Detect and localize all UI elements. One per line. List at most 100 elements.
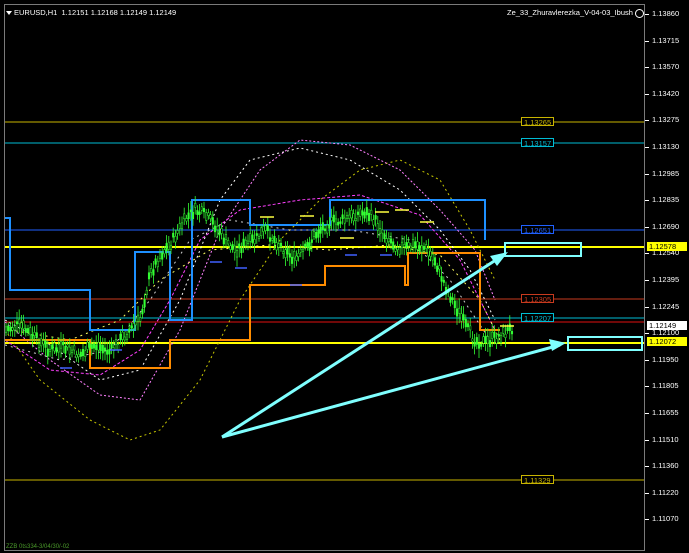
footer-caption: ZZB 0ts334-3/04/30/-02: [6, 544, 70, 550]
candle-body: [277, 243, 280, 248]
candle-body: [332, 214, 335, 223]
candle-body: [422, 245, 426, 250]
candle-body: [51, 344, 54, 350]
candle-body: [97, 342, 100, 351]
candle-body: [202, 208, 206, 213]
candle-body: [249, 233, 252, 242]
candle-body: [42, 340, 45, 345]
level-label: 1.13265: [521, 117, 555, 127]
price-tick-label: 1.11070: [652, 514, 679, 524]
candle-body: [244, 239, 247, 247]
candle-body: [398, 247, 401, 255]
candle-body: [156, 260, 159, 268]
candle-body: [451, 297, 454, 300]
candle-body: [312, 231, 316, 237]
price-tick-mark: [645, 40, 649, 42]
price-tick-label: 1.12100: [652, 328, 680, 338]
candle-body: [108, 349, 111, 355]
candle-body: [297, 253, 300, 258]
candle-body: [374, 215, 377, 220]
price-tick-mark: [645, 120, 649, 122]
candle-body: [284, 249, 287, 258]
price-tick-mark: [645, 306, 649, 308]
candle-body: [136, 314, 140, 322]
candle-body: [453, 300, 456, 309]
candle-body: [295, 255, 298, 261]
annotation-arrow: [221, 254, 503, 439]
candle-body: [304, 243, 307, 248]
envelope-curve: [9, 244, 501, 341]
candle-body: [341, 214, 344, 219]
candle-body: [18, 318, 21, 325]
candle-body: [431, 253, 434, 261]
dropdown-triangle-icon[interactable]: [6, 11, 12, 16]
price-tick-label: 1.12690: [652, 221, 680, 231]
candle-body: [150, 268, 153, 273]
candle-body: [53, 342, 56, 352]
candle-body: [147, 272, 151, 280]
candle-body: [266, 225, 269, 232]
candle-body: [407, 242, 410, 247]
candle-body: [4, 326, 8, 333]
candle-body: [68, 346, 71, 355]
candle-body: [92, 343, 96, 349]
candle-body: [370, 209, 373, 215]
candle-body: [132, 323, 135, 329]
candle-body: [233, 245, 236, 253]
candle-body: [257, 236, 261, 239]
candle-body: [464, 318, 467, 328]
candle-body: [455, 308, 459, 317]
level-label: 1.11329: [521, 475, 554, 485]
candle-body: [196, 210, 199, 215]
candle-body: [99, 344, 102, 351]
candle-body: [95, 344, 98, 350]
candle-body: [504, 333, 507, 338]
candle-body: [22, 320, 25, 330]
chart-window[interactable]: 1.13265 1.13157 1.12651 1.12305 1.12207 1.113…: [0, 0, 689, 553]
candle-body: [343, 217, 346, 224]
candle-body: [310, 239, 313, 243]
candle-body: [268, 237, 272, 242]
price-axis[interactable]: 1.13860 1.13715 1.13570 1.13420 1.13275 1.131…: [645, 0, 689, 553]
candle-body: [165, 243, 168, 252]
price-tick-label: 1.12245: [652, 301, 680, 311]
level-label: 1.13157: [521, 138, 555, 148]
candle-body: [33, 332, 36, 336]
candle-body: [359, 208, 362, 217]
candle-body: [321, 222, 324, 231]
candle-body: [433, 257, 437, 266]
price-tick-label: 1.11655: [652, 408, 679, 417]
candle-body: [383, 233, 386, 240]
price-tick-mark: [645, 280, 649, 281]
chart-canvas[interactable]: [0, 0, 645, 553]
price-tick-label: 1.11220: [652, 487, 679, 497]
candle-body: [213, 225, 217, 233]
chart-plot-area[interactable]: 1.13265 1.13157 1.12651 1.12305 1.12207 1.113…: [0, 0, 645, 553]
envelope-curve: [4, 147, 496, 381]
candle-body: [378, 228, 382, 234]
candle-body: [242, 238, 245, 247]
price-tick-label: 1.13570: [652, 62, 680, 72]
candle-body: [81, 349, 85, 356]
candle-body: [15, 321, 19, 325]
candle-body: [403, 244, 406, 247]
candle-body: [440, 276, 443, 282]
candle-body: [207, 212, 210, 216]
candle-body: [493, 331, 496, 338]
candle-body: [86, 341, 89, 350]
candle-body: [121, 331, 124, 340]
candle-body: [125, 333, 129, 340]
candle-body: [400, 241, 404, 249]
candle-body: [185, 218, 188, 222]
candle-body: [103, 347, 107, 351]
candle-body: [471, 338, 474, 342]
candle-body: [365, 207, 368, 216]
candle-body: [330, 217, 333, 221]
candle-body: [24, 328, 27, 333]
smiley-icon[interactable]: [634, 8, 644, 18]
candle-body: [101, 344, 104, 354]
candle-body: [290, 256, 294, 264]
candle-body: [194, 203, 197, 208]
candle-body: [416, 241, 419, 250]
candle-body: [143, 299, 146, 308]
